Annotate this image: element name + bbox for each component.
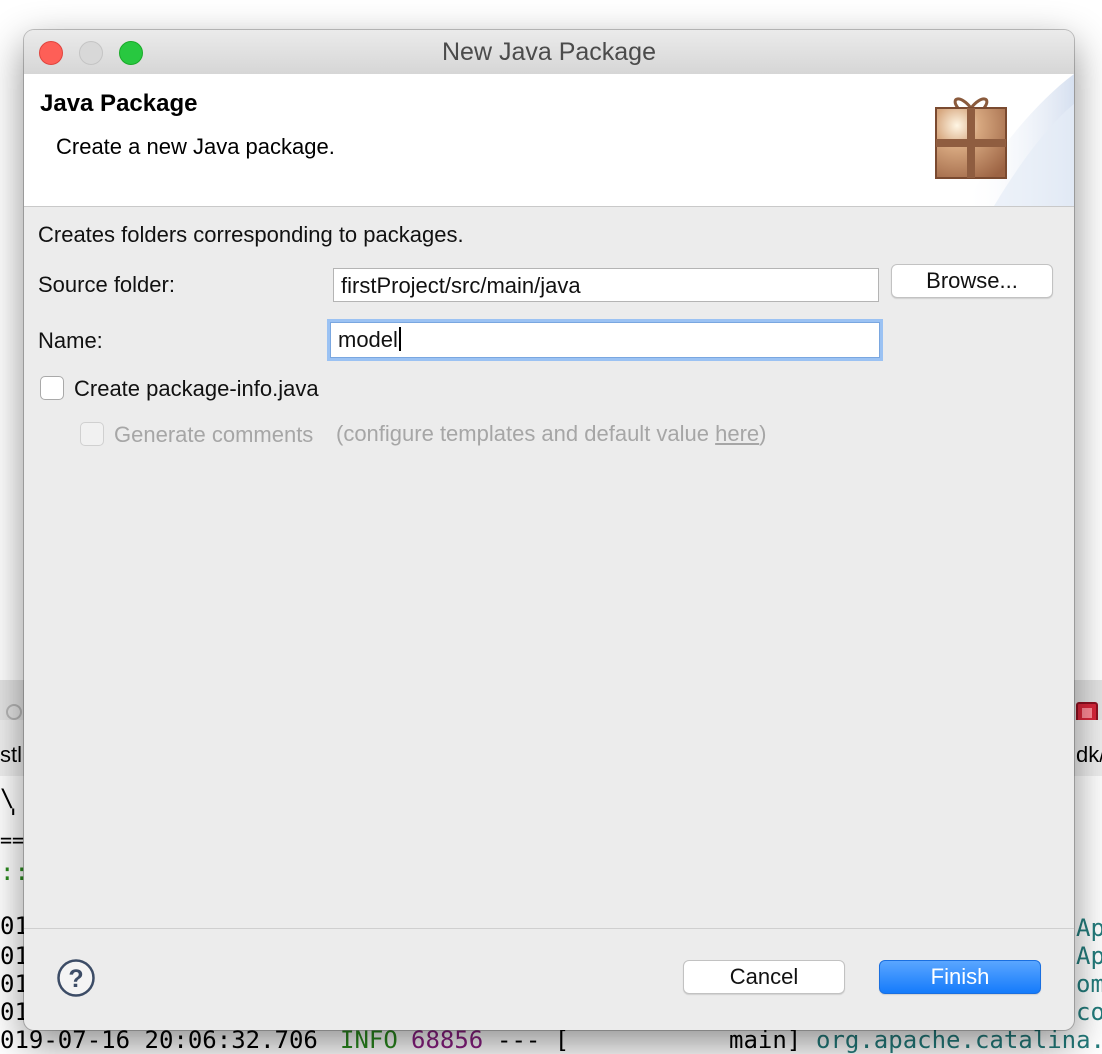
name-input-value: model (338, 327, 398, 352)
finish-button[interactable]: Finish (879, 960, 1041, 994)
configure-templates-text: (configure templates and default value h… (336, 421, 767, 447)
window-title: New Java Package (441, 38, 656, 66)
banner-title: Java Package (40, 90, 198, 117)
console-fragment: co (1076, 998, 1102, 1026)
log-pid: 68856 (411, 1026, 484, 1054)
new-java-package-dialog: New Java Package Java Package Create a n… (24, 30, 1074, 1030)
log-thread: main] (729, 1026, 802, 1054)
create-package-info-checkbox[interactable] (40, 376, 64, 400)
text-caret (398, 327, 401, 351)
console-fragment: dk/ (1076, 742, 1102, 767)
footer-separator (24, 928, 1074, 929)
svg-text:?: ? (68, 965, 83, 993)
create-package-info-label[interactable]: Create package-info.java (74, 376, 319, 402)
search-icon (6, 704, 22, 720)
configure-templates-prefix: (configure templates and default value (336, 421, 716, 446)
browse-button[interactable]: Browse... (891, 264, 1053, 298)
log-logger: org.apache.catalina. (816, 1026, 1102, 1054)
console-fragment: Ap (1076, 942, 1102, 970)
configure-templates-suffix: ) (759, 421, 767, 446)
here-link: here (715, 421, 760, 446)
banner-description: Create a new Java package. (56, 134, 335, 159)
console-fragment: Ap (1076, 914, 1102, 942)
name-label: Name: (38, 328, 103, 353)
generate-comments-label: Generate comments (114, 422, 314, 447)
console-fragment: stl (0, 742, 22, 767)
cancel-button[interactable]: Cancel (683, 960, 845, 994)
log-separator: --- [ (497, 1026, 570, 1054)
help-icon[interactable]: ? (56, 958, 96, 998)
console-fragment: om (1076, 970, 1102, 998)
source-folder-input[interactable]: firstProject/src/main/java (333, 268, 879, 302)
log-timestamp: 019-07-16 20:06:32.706 (0, 1026, 318, 1054)
source-folder-label: Source folder: (38, 272, 175, 297)
generate-comments-checkbox (80, 422, 104, 446)
log-level: INFO (340, 1026, 398, 1054)
wizard-banner: Java Package Create a new Java package. (24, 74, 1074, 207)
form-description: Creates folders corresponding to package… (38, 222, 464, 247)
name-input[interactable]: model (330, 322, 880, 358)
title-bar: New Java Package (24, 30, 1074, 75)
package-gift-icon (935, 97, 1007, 179)
